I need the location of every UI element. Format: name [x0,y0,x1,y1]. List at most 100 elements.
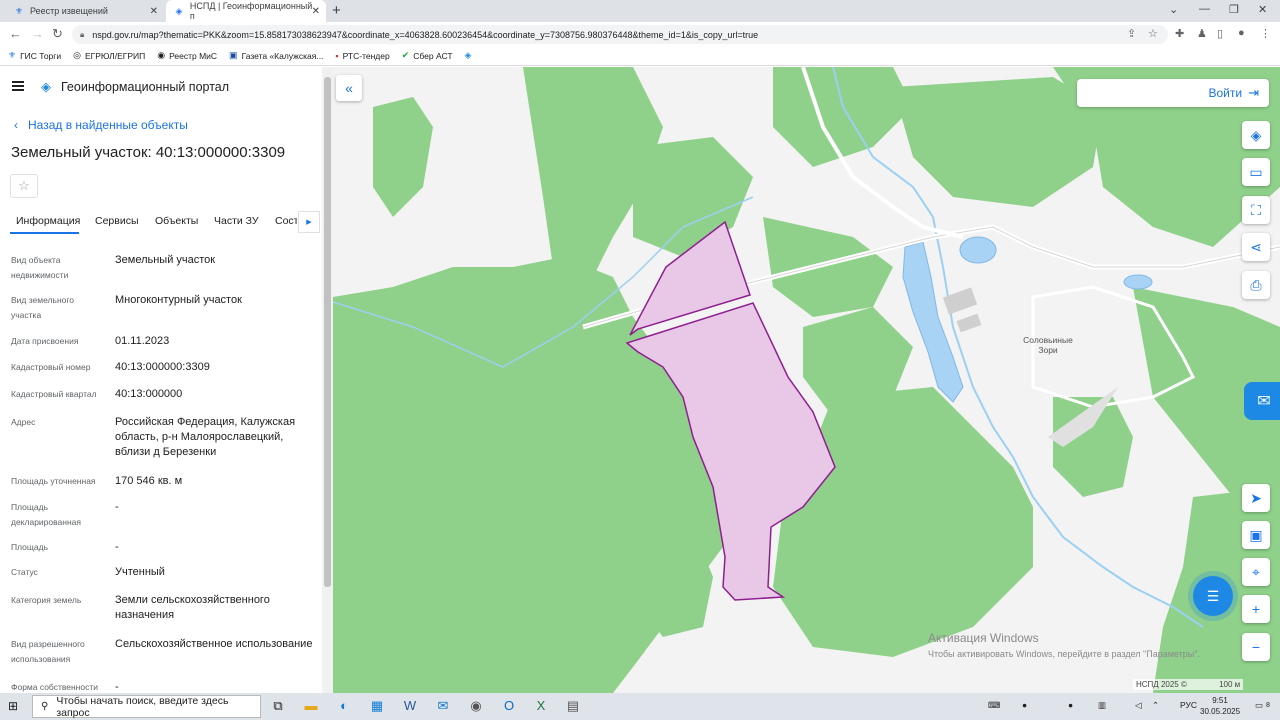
minimize-icon[interactable]: — [1199,3,1210,15]
tabs-scroll-right-icon[interactable]: ▶ [298,211,320,233]
chevron-up-icon[interactable]: ⌃ [1152,700,1159,711]
bookmark-extra[interactable]: ◈ [465,50,476,61]
word-icon[interactable]: W [400,698,420,713]
share-icon[interactable]: ⇪ [1127,27,1136,40]
collapse-sidebar-button[interactable]: « [336,75,362,101]
geo-search-button[interactable]: ⌖ [1242,558,1270,586]
print-button[interactable]: ⎙ [1242,271,1270,299]
back-label: Назад в найденные объекты [28,118,188,132]
layers-icon: ◈ [1250,126,1262,143]
bookmarks-bar: ⚜ ГИС Торги ◎ ЕГРЮЛ/ЕГРИП ◉ Реестр МиС ▣ Газ… [0,46,1280,66]
bookmark-star-icon[interactable]: ☆ [1148,27,1158,40]
tray-app-icon[interactable]: ● [1068,700,1073,710]
activation-text: Чтобы активировать Windows, перейдите в … [928,649,1200,659]
window-close-icon[interactable]: ✕ [1258,3,1267,16]
bookmark-gis-torgi[interactable]: ⚜ ГИС Торги [8,50,61,61]
bookmark-rts[interactable]: ▪ РТС-тендер [335,51,389,61]
favorite-star-icon[interactable]: ☆ [10,174,38,198]
support-chat-button[interactable]: ☰ [1193,576,1233,616]
url-field[interactable]: 🔒︎ nspd.gov.ru/map?thematic=PKK&zoom=15.… [72,25,1168,44]
chevron-left-icon: ‹ [14,118,18,132]
field-label: Дата присвоения [11,336,79,346]
login-button[interactable]: Войти ⇥ [1077,79,1269,107]
close-icon[interactable]: ✕ [312,6,320,17]
field-value: Российская Федерация, Калужская область,… [115,416,296,458]
tab-composition[interactable]: Соста [275,215,297,227]
close-icon[interactable]: ✕ [150,6,158,17]
new-tab-button[interactable]: + [332,2,341,19]
measure-button[interactable]: ▭ [1242,158,1270,186]
feedback-widget[interactable]: ✉ [1244,382,1280,420]
field-value: - [115,501,119,513]
maximize-icon[interactable]: ❐ [1229,3,1239,16]
notifications-icon[interactable]: ▭ [1255,700,1263,711]
tab-label: Реестр извещений [30,6,108,16]
minimap-button[interactable]: ▣ [1242,521,1270,549]
tab-nspd[interactable]: ◈ НСПД | Геоинформационный п ✕ [166,0,326,22]
field-value: Сельскохозяйственное использование [115,638,313,650]
portal-title: Геоинформационный портал [61,80,230,94]
clock[interactable]: 9:51 30.05.2025 [1200,695,1240,717]
zoom-in-button[interactable]: + [1242,595,1270,623]
language-indicator[interactable]: РУС [1180,700,1197,710]
extensions-icon[interactable]: ✚ [1175,27,1184,40]
newspaper-icon: ▣ [229,50,238,60]
keyboard-tray-icon[interactable]: ⌨ [988,700,1000,711]
edge-icon[interactable]: ◐ [334,698,354,713]
field-label: Площадь уточненная [11,476,96,486]
excel-icon[interactable]: X [531,698,551,713]
store-icon[interactable]: ▦ [367,698,387,714]
tab-services[interactable]: Сервисы [95,215,139,227]
field-label: Кадастровый номер [11,362,91,372]
chrome-icon[interactable]: ◉ [466,698,486,714]
select-area-button[interactable]: ⛶ [1242,196,1270,224]
bookmark-sber[interactable]: ✔ Сбер АСТ [402,50,453,61]
plus-icon: + [1251,601,1261,617]
layers-button[interactable]: ◈ [1242,121,1270,149]
scale-value: 100 м [1219,680,1241,689]
bookmark-newspaper[interactable]: ▣ Газета «Калужская... [229,50,323,61]
lock-icon: 🔒︎ [80,29,85,39]
scrollbar-thumb[interactable] [324,77,331,587]
nspd-icon: ◈ [175,5,183,16]
outlook-icon[interactable]: O [499,698,519,713]
taskbar-search[interactable]: ⚲ Чтобы начать поиск, введите здесь запр… [32,695,261,719]
reload-icon[interactable]: ↻ [52,26,63,42]
my-location-button[interactable]: ➤ [1242,484,1270,512]
windows-activation-watermark: Активация Windows Чтобы активировать Win… [928,631,1200,659]
profile-icon[interactable]: ● [1238,27,1245,39]
tab-registry[interactable]: ⚜ Реестр извещений ✕ [6,0,164,22]
field-label: Вид земельного участка [11,295,75,320]
tab-objects[interactable]: Объекты [155,215,198,227]
share-icon: ⋖ [1250,238,1262,255]
side-panel-icon[interactable]: ▯ [1217,27,1223,40]
windows-start-icon[interactable]: ⊞ [8,699,18,713]
back-to-results-link[interactable]: ‹ Назад в найденные объекты [14,118,188,132]
menu-dots-icon[interactable]: ⋮ [1260,27,1271,40]
tab-information[interactable]: Информация [16,215,80,227]
file-explorer-icon[interactable]: ▬ [301,698,321,713]
back-arrow-icon[interactable]: ← [9,26,22,41]
field-value: 40:13:000000 [115,388,183,400]
network-icon[interactable]: ▥ [1098,700,1106,711]
volume-icon[interactable]: ◁ [1135,700,1142,711]
tray-app-icon[interactable]: ● [1022,700,1027,710]
sidebar-header: ◈ Геоинформационный портал [0,67,322,107]
chat-bubble-icon: ✉ [1257,393,1271,410]
share-button[interactable]: ⋖ [1242,233,1270,261]
task-view-icon[interactable]: ⧉ [268,698,288,714]
sidebar-scrollbar[interactable] [322,67,333,693]
zoom-out-button[interactable]: − [1242,633,1270,661]
tab-search-icon[interactable]: ⌄ [1169,3,1178,16]
bookmark-registry[interactable]: ◉ Реестр МиС [157,50,217,61]
attribution-text: НСПД 2025 © [1136,680,1187,689]
mail-icon[interactable]: ✉ [433,698,453,714]
hamburger-menu-icon[interactable] [12,81,24,91]
field-label: Статус [11,567,38,577]
bookmark-egrul[interactable]: ◎ ЕГРЮЛ/ЕГРИП [73,50,145,61]
forward-arrow-icon[interactable]: → [31,26,44,41]
map-view[interactable]: « Войти ⇥ ◈ ▭ ⛶ ⋖ ⎙ ✉ ➤ ▣ ⌖ + − ☰ Соловь… [333,67,1280,693]
tab-parts[interactable]: Части ЗУ [214,215,259,227]
extension-pin-icon[interactable]: ♟ [1197,27,1207,40]
calculator-icon[interactable]: ▤ [563,698,583,714]
